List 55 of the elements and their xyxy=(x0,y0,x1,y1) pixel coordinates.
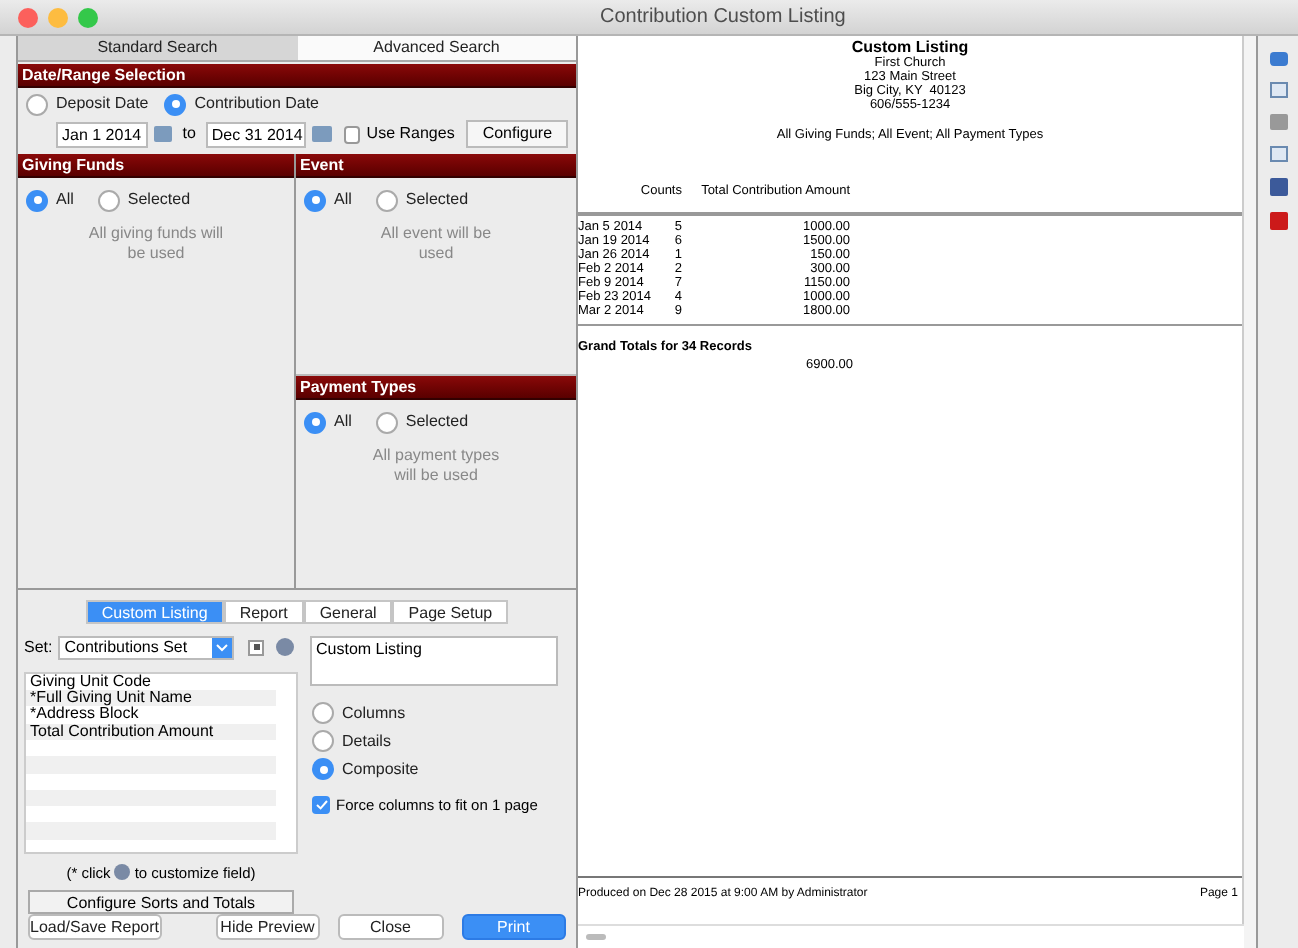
radio-button[interactable] xyxy=(312,702,334,725)
section-header: Payment Types xyxy=(296,376,576,400)
configure-sorts-button[interactable]: Configure Sorts and Totals xyxy=(28,890,294,914)
radio-button[interactable] xyxy=(26,189,48,211)
radio-label: Selected xyxy=(405,188,469,212)
radio-label: Deposit Date xyxy=(56,92,149,116)
title-field[interactable]: Custom Listing xyxy=(310,635,558,686)
checkbox[interactable] xyxy=(312,795,330,814)
radio-label: All xyxy=(56,188,74,212)
radio-button[interactable] xyxy=(375,411,398,433)
checkbox[interactable] xyxy=(343,125,361,143)
radio-label: Selected xyxy=(127,188,191,212)
listing-tab[interactable]: Report xyxy=(223,599,304,624)
radio-button[interactable] xyxy=(304,189,326,211)
radio-label: Contribution Date xyxy=(194,92,320,116)
info-text: All payment types will be used xyxy=(370,446,502,486)
radio-button[interactable] xyxy=(312,758,334,781)
radio-label: All xyxy=(334,410,352,434)
report-title: Custom Listing xyxy=(851,38,969,56)
field-item[interactable]: *Full Giving Unit Name xyxy=(26,690,276,707)
chevron-icon xyxy=(212,637,233,658)
set-label: Set: xyxy=(24,635,53,660)
date-field[interactable]: Dec 31 2014 xyxy=(205,121,306,147)
radio-label: Composite xyxy=(342,757,419,782)
radio-button[interactable] xyxy=(304,411,326,433)
action-button[interactable]: Close xyxy=(338,914,443,940)
radio-button[interactable] xyxy=(97,189,120,211)
to-label: to xyxy=(180,122,198,146)
set-dropdown[interactable]: Contributions Set xyxy=(58,635,235,660)
radio-button[interactable] xyxy=(26,93,48,115)
radio-button[interactable] xyxy=(375,189,398,211)
action-button[interactable]: Load/Save Report xyxy=(28,914,161,940)
info-text: All giving funds will be used xyxy=(86,224,226,264)
scroll-bar[interactable] xyxy=(578,924,1244,948)
radio-label: Selected xyxy=(405,410,469,434)
search-tab[interactable]: Standard Search xyxy=(18,36,297,62)
date-field[interactable]: Jan 1 2014 xyxy=(56,121,148,147)
checkbox-label: Use Ranges xyxy=(366,122,455,146)
radio-label: All xyxy=(334,188,352,212)
info-text: All event will be used xyxy=(378,224,494,264)
radio-button[interactable] xyxy=(312,730,334,753)
radio-label: Columns xyxy=(342,701,406,726)
close-icon[interactable] xyxy=(18,7,38,27)
radio-button[interactable] xyxy=(164,93,187,115)
search-tab[interactable]: Advanced Search xyxy=(297,36,576,62)
section-header: Date/Range Selection xyxy=(18,64,576,88)
section-header: Giving Funds xyxy=(18,154,294,178)
section-header: Event xyxy=(296,154,576,178)
radio-label: Details xyxy=(342,729,391,754)
window-title: Contribution Custom Listing xyxy=(600,4,846,32)
zoom-icon[interactable] xyxy=(78,7,98,27)
listing-tab[interactable]: General xyxy=(303,599,393,624)
listing-tab[interactable]: Page Setup xyxy=(392,599,509,624)
configure-button[interactable]: Configure xyxy=(466,120,569,148)
action-button[interactable]: Hide Preview xyxy=(215,914,320,940)
